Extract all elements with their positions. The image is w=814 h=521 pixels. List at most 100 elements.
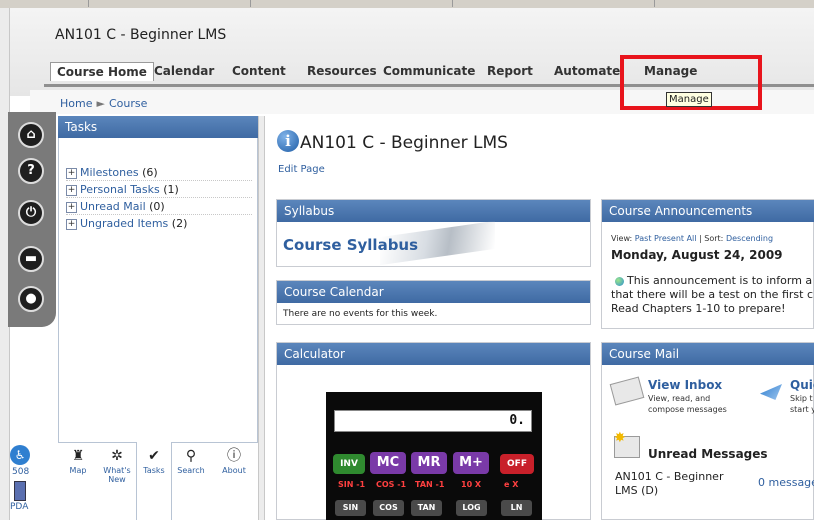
info-icon: i <box>277 130 299 152</box>
task-unread-mail[interactable]: + Unread Mail (0) <box>66 200 252 215</box>
task-count: (2) <box>171 217 188 230</box>
tab-label: What's New <box>103 466 131 484</box>
task-label[interactable]: Milestones <box>80 166 139 179</box>
calc-ln-button[interactable]: LN <box>501 500 532 516</box>
sort-label: | Sort: <box>699 234 724 243</box>
view-inbox-description: View, read, and compose messages <box>648 394 727 414</box>
breadcrumb: Home ► Course <box>60 97 147 110</box>
calc-log-button[interactable]: LOG <box>456 500 487 516</box>
quick-line: Skip t <box>790 394 813 403</box>
view-inbox-link[interactable]: View Inbox <box>648 378 722 392</box>
calc-off-button[interactable]: OFF <box>500 454 534 474</box>
tab-tasks[interactable]: ✔ Tasks <box>136 446 172 475</box>
calc-cos-button[interactable]: COS <box>373 500 404 516</box>
task-milestones[interactable]: + Milestones (6) <box>66 166 252 181</box>
calc-inv-button[interactable]: INV <box>333 454 365 474</box>
search-icon: ⚲ <box>185 448 197 464</box>
power-icon[interactable]: ⏻ <box>18 200 44 226</box>
calendar-empty-text: There are no events for this week. <box>283 309 438 319</box>
calc-pow10-label: 10 X <box>461 480 482 489</box>
announcements-header: Course Announcements <box>602 200 814 222</box>
breadcrumb-current[interactable]: Course <box>109 97 147 110</box>
page-title: AN101 C - Beginner LMS <box>300 133 508 153</box>
accessibility-label[interactable]: 508 <box>12 467 29 477</box>
task-label[interactable]: Personal Tasks <box>80 183 160 196</box>
help-icon[interactable]: ? <box>18 158 44 184</box>
syllabus-header: Syllabus <box>277 200 590 222</box>
map-icon: ♜ <box>71 448 85 464</box>
mail-count-link[interactable]: 0 message <box>758 476 814 489</box>
task-label[interactable]: Ungraded Items <box>80 217 168 230</box>
unread-messages-title: Unread Messages <box>648 447 768 461</box>
tab-course-home[interactable]: Course Home <box>50 62 154 81</box>
task-personal[interactable]: + Personal Tasks (1) <box>66 183 252 198</box>
tab-search[interactable]: ⚲ Search <box>173 446 209 475</box>
view-present-link[interactable]: Present <box>654 234 684 243</box>
pda-label[interactable]: PDA <box>10 502 28 512</box>
tab-label: About <box>222 466 246 475</box>
tab-communicate[interactable]: Communicate <box>383 64 475 78</box>
tab-automate[interactable]: Automate <box>554 64 620 78</box>
folder-icon[interactable]: ▬ <box>18 246 44 272</box>
tab-whats-new[interactable]: ✲ What's New <box>99 446 135 484</box>
calc-sin-button[interactable]: SIN <box>335 500 366 516</box>
tool-rail: ⌂ ? ⏻ ▬ ● <box>8 112 56 327</box>
tab-resources[interactable]: Resources <box>307 64 377 78</box>
sort-descending-link[interactable]: Descending <box>726 234 773 243</box>
announcement-body: This announcement is to inform a that th… <box>611 274 814 316</box>
accessibility-icon[interactable]: ♿ <box>10 445 30 465</box>
course-title: AN101 C - Beginner LMS <box>55 27 227 43</box>
expand-icon[interactable]: + <box>66 218 77 230</box>
new-star-icon: ✸ <box>614 430 626 446</box>
tab-calendar[interactable]: Calendar <box>154 64 214 78</box>
task-ungraded[interactable]: + Ungraded Items (2) <box>66 217 252 231</box>
quick-line: start y <box>790 405 814 414</box>
tab-report[interactable]: Report <box>487 64 533 78</box>
announcement-date: Monday, August 24, 2009 <box>611 248 783 262</box>
manage-tooltip: Manage <box>666 92 712 107</box>
tab-label: Map <box>69 466 87 475</box>
announcement-line: Read Chapters 1-10 to prepare! <box>611 302 786 315</box>
course-mail-header: Course Mail <box>602 343 814 365</box>
task-count: (6) <box>142 166 158 179</box>
view-past-link[interactable]: Past <box>635 234 652 243</box>
pda-icon[interactable] <box>14 481 26 501</box>
calculator-display: 0. <box>334 410 532 432</box>
tab-content[interactable]: Content <box>232 64 286 78</box>
edit-page-link[interactable]: Edit Page <box>278 164 325 175</box>
calc-acos-label: COS -1 <box>376 480 407 489</box>
expand-icon[interactable]: + <box>66 167 77 179</box>
task-label[interactable]: Unread Mail <box>80 200 146 213</box>
tasks-header: Tasks <box>58 116 258 138</box>
tab-label: Tasks <box>143 466 165 475</box>
expand-icon[interactable]: + <box>66 184 77 196</box>
calc-mc-button[interactable]: MC <box>370 452 406 474</box>
panel-splitter[interactable] <box>258 116 265 520</box>
expand-icon[interactable]: + <box>66 201 77 213</box>
mail-course-name: AN101 C - Beginner LMS (D) <box>615 470 724 497</box>
home-icon[interactable]: ⌂ <box>18 122 44 148</box>
announcement-line: This announcement is to inform a <box>627 274 813 287</box>
whats-new-icon: ✲ <box>111 448 123 464</box>
task-count: (0) <box>149 200 165 213</box>
syllabus-link[interactable]: Course Syllabus <box>283 236 418 254</box>
globe-icon <box>614 276 624 286</box>
view-all-link[interactable]: All <box>687 234 697 243</box>
task-count: (1) <box>163 183 179 196</box>
announcement-filters: View: Past Present All | Sort: Descendin… <box>611 234 773 243</box>
calc-asin-label: SIN -1 <box>338 480 366 489</box>
calc-tan-button[interactable]: TAN <box>411 500 442 516</box>
calc-mr-button[interactable]: MR <box>411 452 447 474</box>
quick-compose-link[interactable]: Quic <box>790 378 814 392</box>
announcement-line: that there will be a test on the first c <box>611 288 813 301</box>
tab-about[interactable]: ⓘ About <box>216 446 252 475</box>
calc-mplus-button[interactable]: M+ <box>453 452 489 474</box>
profile-icon[interactable]: ● <box>18 286 44 312</box>
breadcrumb-home[interactable]: Home <box>60 97 92 110</box>
tab-map[interactable]: ♜ Map <box>60 446 96 475</box>
view-label: View: <box>611 234 633 243</box>
tab-label: Search <box>177 466 205 475</box>
calc-atan-label: TAN -1 <box>415 480 445 489</box>
calculator-header: Calculator <box>277 343 590 365</box>
breadcrumb-separator: ► <box>96 97 105 110</box>
